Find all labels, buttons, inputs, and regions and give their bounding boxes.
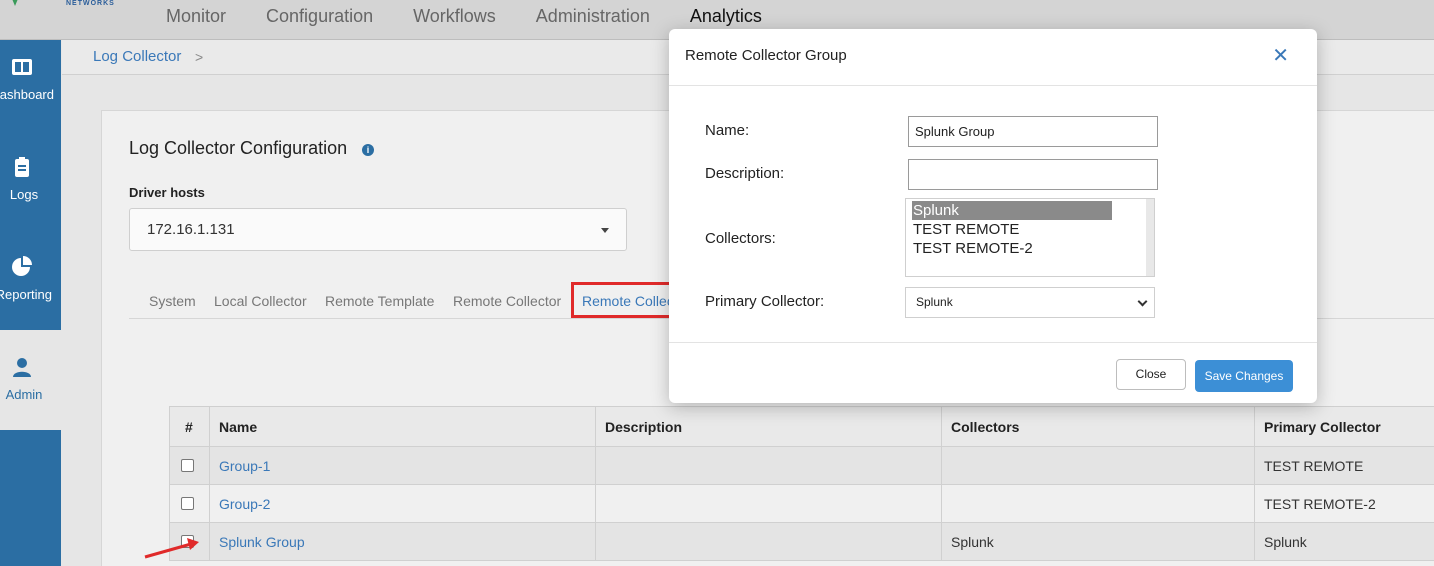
table-row: Group-2 TEST REMOTE-2: [169, 485, 1434, 523]
row-checkbox-cell: [169, 447, 209, 484]
row-checkbox[interactable]: [181, 459, 194, 472]
collector-option[interactable]: TEST REMOTE-2: [912, 239, 1112, 258]
info-icon[interactable]: i: [362, 144, 374, 156]
header-collectors[interactable]: Collectors: [941, 407, 1254, 446]
pie-chart-icon: [11, 256, 33, 278]
logo: NETWORKS: [0, 0, 140, 12]
table-row: Group-1 TEST REMOTE: [169, 447, 1434, 485]
breadcrumb-log-collector[interactable]: Log Collector: [93, 48, 181, 65]
row-collectors: [941, 447, 1254, 484]
driver-hosts-select[interactable]: 172.16.1.131: [129, 208, 627, 251]
nav-administration[interactable]: Administration: [536, 6, 650, 27]
sidebar-item-label: Dashboard: [0, 87, 54, 102]
row-primary-collector: TEST REMOTE-2: [1254, 485, 1434, 522]
collector-option[interactable]: Splunk: [912, 201, 1112, 220]
table-header-row: # Name Description Collectors Primary Co…: [169, 406, 1434, 447]
remote-collector-group-modal: Remote Collector Group ✕ Name: Splunk Gr…: [669, 29, 1317, 403]
close-button[interactable]: Close: [1116, 359, 1186, 390]
nav-analytics[interactable]: Analytics: [690, 6, 762, 27]
caret-down-icon: [601, 228, 609, 233]
row-primary-collector: Splunk: [1254, 523, 1434, 560]
row-description: [595, 485, 941, 522]
logo-text: NETWORKS: [66, 0, 115, 7]
header-primary-collector[interactable]: Primary Collector: [1254, 407, 1434, 446]
clipboard-icon: [11, 156, 33, 178]
modal-title: Remote Collector Group: [685, 47, 847, 64]
listbox-scrollbar[interactable]: [1146, 199, 1154, 276]
driver-hosts-value: 172.16.1.131: [147, 221, 235, 238]
red-arrow-icon: [144, 538, 199, 559]
description-field[interactable]: [908, 159, 1158, 190]
sidebar-item-reporting[interactable]: Reporting: [0, 240, 61, 340]
sidebar-item-label: Reporting: [0, 287, 52, 302]
tab-remote-collector[interactable]: Remote Collector: [453, 293, 561, 309]
sidebar: Dashboard Logs Reporting Admin: [0, 40, 61, 566]
collectors-listbox[interactable]: Splunk TEST REMOTE TEST REMOTE-2: [905, 198, 1155, 277]
primary-collector-label: Primary Collector:: [705, 293, 825, 310]
close-icon[interactable]: ✕: [1272, 46, 1289, 66]
collectors-label: Collectors:: [705, 230, 776, 247]
page-title: Log Collector Configuration: [129, 138, 348, 158]
name-label: Name:: [705, 122, 750, 139]
row-name[interactable]: Splunk Group: [209, 523, 595, 560]
modal-header: Remote Collector Group ✕: [669, 29, 1317, 86]
primary-collector-value: Splunk: [916, 295, 953, 309]
tab-local-collector[interactable]: Local Collector: [214, 293, 307, 309]
main-nav: Monitor Configuration Workflows Administ…: [166, 6, 762, 27]
row-checkbox[interactable]: [181, 497, 194, 510]
user-icon: [11, 356, 33, 378]
tab-system[interactable]: System: [149, 293, 196, 309]
header-description[interactable]: Description: [595, 407, 941, 446]
nav-monitor[interactable]: Monitor: [166, 6, 226, 27]
tab-remote-template[interactable]: Remote Template: [325, 293, 434, 309]
sidebar-item-dashboard[interactable]: Dashboard: [0, 40, 61, 140]
row-checkbox-cell: [169, 485, 209, 522]
nav-workflows[interactable]: Workflows: [413, 6, 496, 27]
description-label: Description:: [705, 165, 785, 182]
header-name[interactable]: Name: [209, 407, 595, 446]
name-field[interactable]: Splunk Group: [908, 116, 1158, 147]
sidebar-item-admin[interactable]: Admin: [0, 330, 61, 430]
highlight-box: [571, 282, 672, 318]
row-description: [595, 523, 941, 560]
sidebar-item-logs[interactable]: Logs: [0, 140, 61, 240]
sidebar-item-label: Admin: [5, 387, 43, 402]
logo-mark: [10, 0, 20, 6]
row-collectors: Splunk: [941, 523, 1254, 560]
primary-collector-select[interactable]: Splunk: [905, 287, 1155, 318]
sidebar-item-label: Logs: [9, 187, 39, 202]
nav-configuration[interactable]: Configuration: [266, 6, 373, 27]
driver-hosts-label: Driver hosts: [129, 185, 205, 200]
save-changes-button[interactable]: Save Changes: [1195, 360, 1293, 392]
chevron-down-icon: [1137, 296, 1148, 307]
header-index: #: [169, 407, 209, 446]
row-collectors: [941, 485, 1254, 522]
row-name[interactable]: Group-1: [209, 447, 595, 484]
row-primary-collector: TEST REMOTE: [1254, 447, 1434, 484]
row-description: [595, 447, 941, 484]
modal-footer: Close Save Changes: [669, 342, 1317, 403]
row-name[interactable]: Group-2: [209, 485, 595, 522]
dashboard-icon: [11, 56, 33, 78]
collector-option[interactable]: TEST REMOTE: [912, 220, 1112, 239]
table-row: Splunk Group Splunk Splunk: [169, 523, 1434, 561]
breadcrumb-separator: >: [195, 49, 204, 65]
